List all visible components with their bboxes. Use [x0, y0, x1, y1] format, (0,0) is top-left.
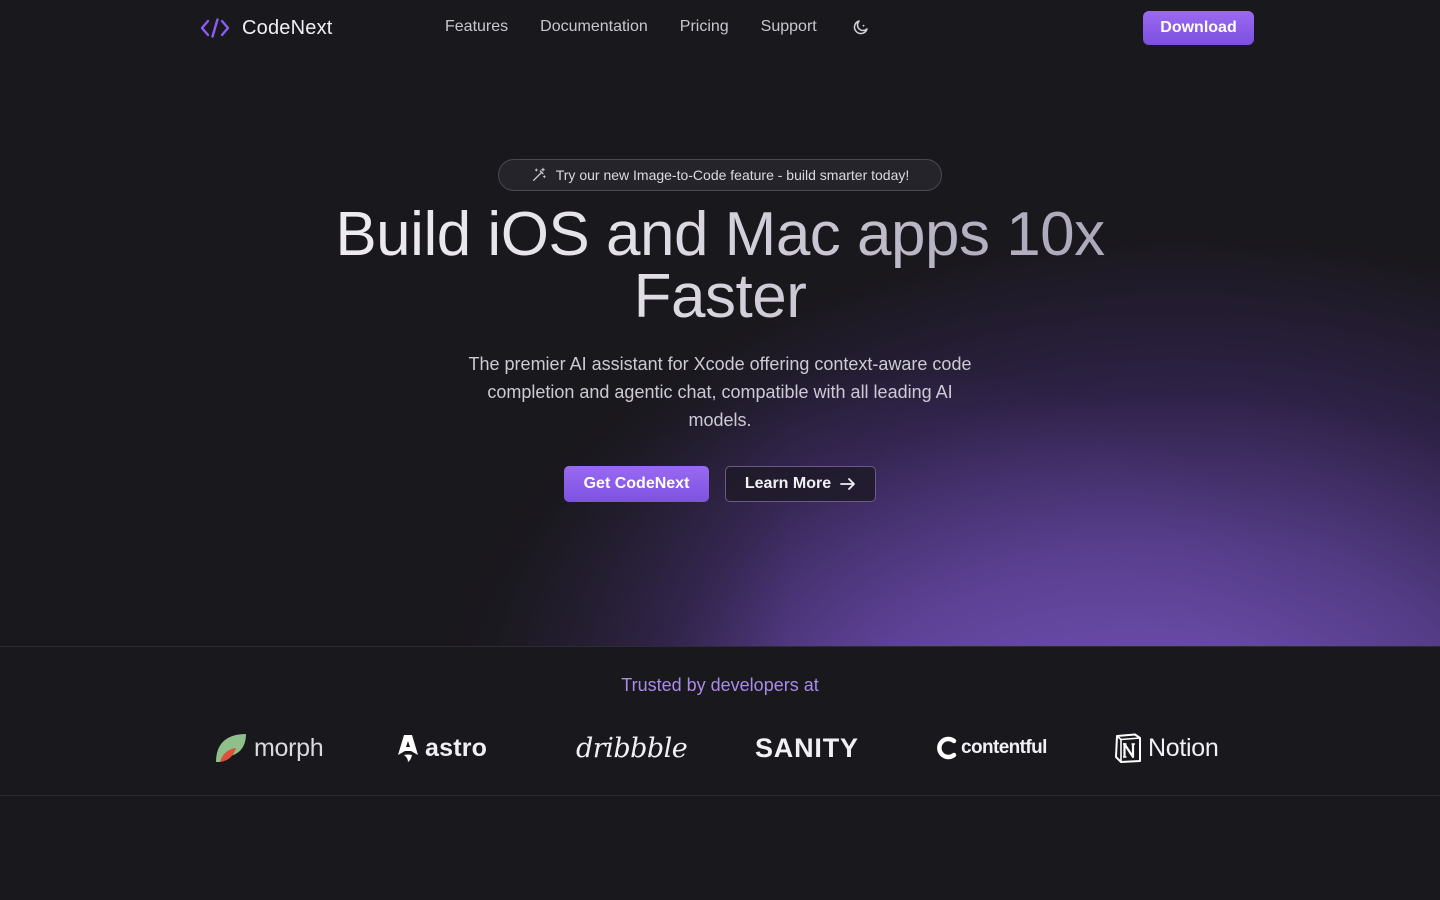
moon-icon — [853, 20, 868, 35]
brand-logo-link[interactable]: CodeNext — [200, 14, 333, 42]
logo-contentful: contentful — [935, 731, 1047, 765]
logo-astro: astro — [397, 731, 487, 765]
logo-sanity-text: SANITY — [755, 732, 859, 763]
nav-link-documentation[interactable]: Documentation — [540, 18, 648, 36]
brand-name: CodeNext — [242, 16, 333, 39]
logo-sanity: SANITY — [755, 731, 859, 765]
code-brackets-icon — [200, 16, 230, 40]
hero-subtext: The premier AI assistant for Xcode offer… — [468, 354, 972, 430]
learn-more-label: Learn More — [744, 475, 832, 492]
magic-wand-icon — [531, 167, 547, 183]
notion-n-icon — [1115, 733, 1141, 763]
learn-more-button[interactable]: Learn More — [725, 466, 876, 502]
contentful-c-icon — [937, 736, 957, 760]
headline-line-2: Faster — [633, 262, 807, 331]
nav-links: Features Documentation Pricing Support — [445, 17, 871, 37]
get-codenext-button[interactable]: Get CodeNext — [564, 466, 709, 502]
logo-morph: morph — [214, 731, 324, 765]
logo-contentful-text: contentful — [961, 737, 1047, 758]
nav-link-pricing[interactable]: Pricing — [680, 18, 729, 36]
theme-toggle-button[interactable] — [851, 17, 871, 37]
nav-link-support[interactable]: Support — [761, 18, 817, 36]
trusted-title: Trusted by developers at — [621, 675, 819, 695]
hero-headline: Build iOS and Mac apps 10x Faster — [270, 204, 1170, 328]
logo-astro-text: astro — [425, 733, 488, 762]
logo-dribbble-text: dribbble — [576, 732, 688, 764]
trusted-by-section: Trusted by developers at morph astro dri… — [0, 646, 1440, 796]
announcement-text: Try our new Image-to-Code feature - buil… — [555, 167, 910, 183]
download-button[interactable]: Download — [1143, 11, 1254, 45]
headline-line-1: Build iOS and Mac apps 10x — [335, 200, 1105, 269]
logo-dribbble: dribbble — [576, 731, 688, 765]
arrow-right-icon — [840, 478, 856, 490]
hero-cta-row: Get CodeNext Learn More — [564, 466, 876, 502]
logo-notion-text: Notion — [1148, 733, 1219, 762]
top-nav: CodeNext Features Documentation Pricing … — [0, 0, 1440, 56]
logo-morph-text: morph — [254, 733, 324, 762]
logo-notion: Notion — [1114, 731, 1219, 765]
logo-strip: morph astro dribbble SANITY contentful N… — [214, 731, 1226, 765]
nav-link-features[interactable]: Features — [445, 18, 508, 36]
astro-mark-icon — [398, 735, 418, 762]
morph-leaf-icon — [216, 734, 246, 762]
announcement-pill[interactable]: Try our new Image-to-Code feature - buil… — [498, 159, 942, 191]
